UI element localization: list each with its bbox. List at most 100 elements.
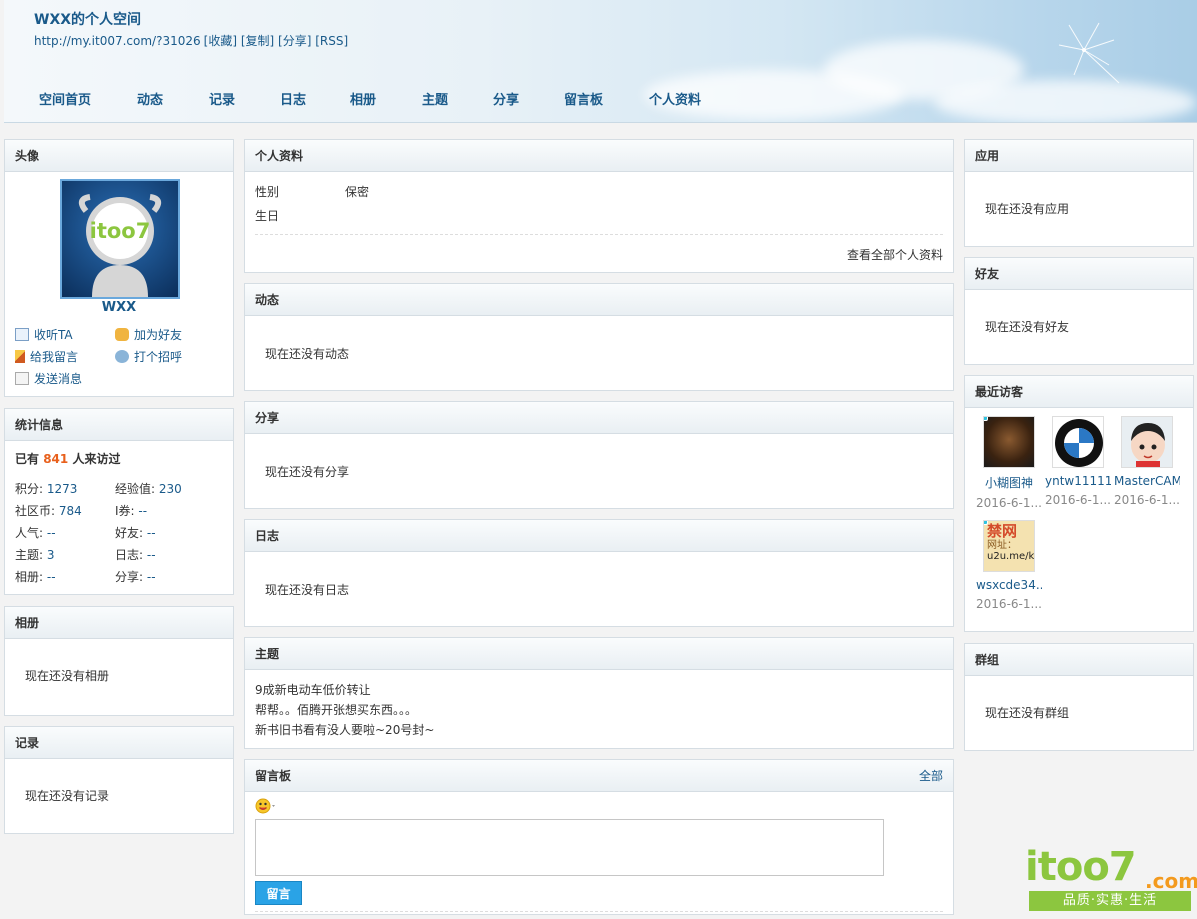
- visit-prefix: 已有: [15, 452, 40, 466]
- stat-experience: 经验值: 230: [115, 480, 182, 497]
- greet-icon: [115, 350, 129, 363]
- blog-title[interactable]: 日志: [245, 520, 953, 552]
- visit-count: 已有 841 人来访过: [15, 450, 120, 467]
- visitor-avatar[interactable]: [1052, 416, 1104, 468]
- visitor-item[interactable]: 禁网 网址： u2u.me/k wsxcde34... 2016-6-1...: [976, 520, 1042, 611]
- stat-coins: 社区币: 784: [15, 502, 82, 519]
- share-link[interactable]: [分享]: [278, 34, 311, 48]
- topic-link[interactable]: 9成新电动车低价转让: [255, 681, 371, 698]
- nav-guestbook[interactable]: 留言板: [564, 89, 603, 108]
- stat-value[interactable]: 784: [59, 504, 82, 518]
- share-panel: 分享 现在还没有分享: [244, 401, 954, 509]
- guestbook-title[interactable]: 留言板: [255, 769, 291, 783]
- follow-label: 收听TA: [34, 328, 73, 342]
- nav-feed[interactable]: 动态: [137, 89, 163, 108]
- stat-label: 主题:: [15, 548, 44, 562]
- copy-link[interactable]: [复制]: [241, 34, 274, 48]
- watermark-slogan: 品质·实惠·生活: [1029, 891, 1191, 911]
- topic-link[interactable]: 帮帮。。佰腾开张想买东西。。。: [255, 701, 417, 718]
- visitors-panel: 最近访客 小糊图神 2016-6-1... yntw11111 2016-6-1…: [964, 375, 1194, 632]
- cartoon-face-icon: [1131, 423, 1165, 467]
- visitors-title: 最近访客: [965, 376, 1193, 408]
- space-url[interactable]: http://my.it007.com/?31026: [34, 34, 201, 48]
- friends-empty: 现在还没有好友: [985, 320, 1070, 334]
- nav-topics[interactable]: 主题: [422, 89, 448, 108]
- envelope-icon: [15, 372, 29, 385]
- send-message-action[interactable]: 发送消息: [15, 370, 82, 387]
- view-full-profile-link[interactable]: 查看全部个人资料: [847, 246, 943, 263]
- divider: [255, 911, 943, 912]
- visitor-name[interactable]: yntw11111: [1045, 474, 1111, 488]
- friends-title[interactable]: 好友: [965, 258, 1193, 290]
- dandelion-decoration: [1058, 22, 1120, 84]
- visitor-name[interactable]: wsxcde34...: [976, 578, 1042, 592]
- visitor-name[interactable]: MasterCAM: [1114, 474, 1180, 488]
- divider: [255, 234, 943, 235]
- blog-empty: 现在还没有日志: [265, 583, 350, 597]
- visitor-avatar[interactable]: [983, 416, 1035, 468]
- nav-home[interactable]: 空间首页: [39, 89, 91, 108]
- follow-action[interactable]: 收听TA: [15, 326, 73, 343]
- stat-value[interactable]: 230: [159, 482, 182, 496]
- visitor-avatar[interactable]: [1121, 416, 1173, 468]
- nav-album[interactable]: 相册: [350, 89, 376, 108]
- greet-label: 打个招呼: [134, 350, 183, 364]
- stat-value[interactable]: --: [47, 526, 56, 540]
- leave-message-action[interactable]: 给我留言: [15, 348, 78, 365]
- album-title[interactable]: 相册: [5, 607, 233, 639]
- avatar-text: 网址：: [987, 539, 1017, 551]
- guestbook-all-link[interactable]: 全部: [919, 760, 943, 792]
- records-title[interactable]: 记录: [5, 727, 233, 759]
- records-empty: 现在还没有记录: [25, 789, 110, 803]
- bmw-logo-icon: [1055, 419, 1103, 467]
- send-message-label: 发送消息: [34, 372, 83, 386]
- nav-share[interactable]: 分享: [493, 89, 519, 108]
- visitor-date: 2016-6-1...: [1114, 493, 1180, 507]
- guestbook-textarea[interactable]: [255, 819, 884, 876]
- visitor-avatar[interactable]: 禁网 网址： u2u.me/k: [983, 520, 1035, 572]
- rss-link[interactable]: [RSS]: [315, 34, 348, 48]
- watermark-logo: itoo7 .com 品质·实惠·生活: [1025, 845, 1197, 915]
- stat-value[interactable]: --: [147, 570, 156, 584]
- online-indicator-icon: [984, 521, 988, 525]
- topics-title[interactable]: 主题: [245, 638, 953, 670]
- visitor-name[interactable]: 小糊图神: [976, 474, 1042, 491]
- stat-label: 经验值:: [115, 482, 156, 496]
- stat-label: 积分:: [15, 482, 44, 496]
- submit-message-button[interactable]: 留言: [255, 881, 302, 905]
- space-title[interactable]: WXX的个人空间: [34, 9, 141, 29]
- avatar[interactable]: itoo7: [60, 179, 180, 299]
- stat-value[interactable]: --: [47, 570, 56, 584]
- share-title[interactable]: 分享: [245, 402, 953, 434]
- avatar-panel-title: 头像: [5, 140, 233, 172]
- profile-title[interactable]: 个人资料: [245, 140, 953, 172]
- follow-icon: [15, 328, 29, 341]
- stats-title: 统计信息: [5, 409, 233, 441]
- topic-link[interactable]: 新书旧书看有没人要啦~20号封~: [255, 721, 434, 738]
- feed-title[interactable]: 动态: [245, 284, 953, 316]
- bookmark-link[interactable]: [收藏]: [204, 34, 237, 48]
- username[interactable]: WXX: [5, 300, 233, 315]
- friends-panel: 好友 现在还没有好友: [964, 257, 1194, 365]
- nav-records[interactable]: 记录: [209, 89, 235, 108]
- stat-label: 分享:: [115, 570, 144, 584]
- guestbook-header: 留言板 全部: [245, 760, 953, 792]
- nav-profile[interactable]: 个人资料: [649, 89, 701, 108]
- nav-blog[interactable]: 日志: [280, 89, 306, 108]
- avatar-panel: 头像 itoo7 WXX 收听TA 加为好友 给我留言 打个招呼 发送消息: [4, 139, 234, 397]
- groups-panel: 群组 现在还没有群组: [964, 643, 1194, 751]
- visitor-item[interactable]: MasterCAM 2016-6-1...: [1114, 416, 1180, 507]
- visitor-item[interactable]: yntw11111 2016-6-1...: [1045, 416, 1111, 507]
- visit-number: 841: [43, 452, 69, 466]
- add-friend-action[interactable]: 加为好友: [115, 326, 182, 343]
- stat-value[interactable]: --: [138, 504, 147, 518]
- emoji-picker-button[interactable]: [255, 798, 279, 814]
- visitor-item[interactable]: 小糊图神 2016-6-1...: [976, 416, 1042, 510]
- stat-value[interactable]: --: [147, 548, 156, 562]
- space-url-bar: http://my.it007.com/?31026 [收藏] [复制] [分享]…: [34, 32, 348, 49]
- stat-value[interactable]: 3: [47, 548, 55, 562]
- stat-value[interactable]: 1273: [47, 482, 78, 496]
- gender-value: 保密: [345, 185, 370, 199]
- stat-value[interactable]: --: [147, 526, 156, 540]
- greet-action[interactable]: 打个招呼: [115, 348, 182, 365]
